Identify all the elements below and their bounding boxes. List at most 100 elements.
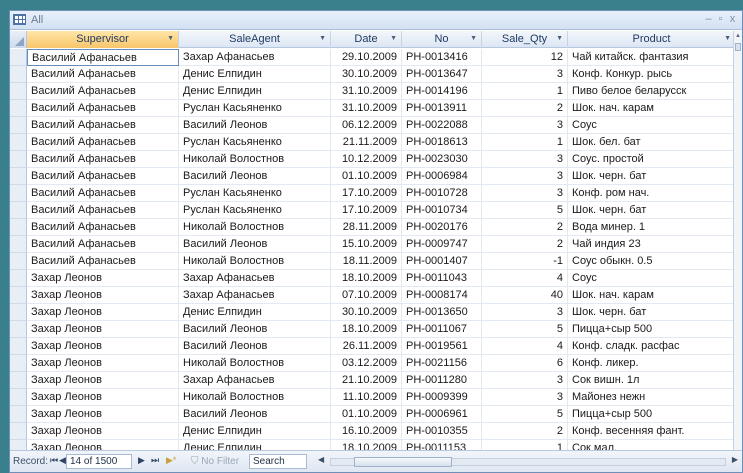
- table-row[interactable]: Захар Леонов Николай Волостнов 11.10.2009 P…: [10, 389, 736, 406]
- doc-no-cell[interactable]: PH-0008174: [402, 287, 482, 304]
- current-record-field[interactable]: 14 of 1500: [66, 454, 132, 469]
- product-cell[interactable]: Пицца+сыр 500: [568, 406, 736, 423]
- previous-record-button[interactable]: ◀: [59, 455, 66, 466]
- supervisor-cell[interactable]: Захар Леонов: [27, 423, 179, 440]
- sale-agent-cell[interactable]: Николай Волостнов: [179, 219, 331, 236]
- supervisor-cell[interactable]: Василий Афанасьев: [27, 253, 179, 270]
- product-cell[interactable]: Шок. черн. бат: [568, 168, 736, 185]
- sale-agent-cell[interactable]: Захар Афанасьев: [179, 372, 331, 389]
- product-cell[interactable]: Конф. сладк. расфас: [568, 338, 736, 355]
- supervisor-cell[interactable]: Захар Леонов: [27, 389, 179, 406]
- date-cell[interactable]: 28.11.2009: [331, 219, 402, 236]
- table-row[interactable]: Захар Леонов Денис Елпидин 16.10.2009 PH-00…: [10, 423, 736, 440]
- supervisor-cell[interactable]: Захар Леонов: [27, 406, 179, 423]
- column-header-saleagent[interactable]: SaleAgent ▼: [179, 31, 331, 48]
- supervisor-cell[interactable]: Василий Афанасьев: [27, 168, 179, 185]
- doc-no-cell[interactable]: PH-0006961: [402, 406, 482, 423]
- date-cell[interactable]: 06.12.2009: [331, 117, 402, 134]
- product-cell[interactable]: Шок. бел. бат: [568, 134, 736, 151]
- row-selector[interactable]: [10, 49, 27, 66]
- supervisor-cell[interactable]: Захар Леонов: [27, 338, 179, 355]
- date-cell[interactable]: 29.10.2009: [331, 49, 402, 66]
- sale-qty-cell[interactable]: 3: [482, 151, 568, 168]
- column-header-supervisor[interactable]: Supervisor ▼: [27, 31, 179, 48]
- product-cell[interactable]: Шок. черн. бат: [568, 202, 736, 219]
- row-selector[interactable]: [10, 134, 27, 151]
- sale-qty-cell[interactable]: 4: [482, 270, 568, 287]
- doc-no-cell[interactable]: PH-0011067: [402, 321, 482, 338]
- sale-agent-cell[interactable]: Василий Леонов: [179, 236, 331, 253]
- row-selector[interactable]: [10, 338, 27, 355]
- last-record-button[interactable]: ⏭: [151, 455, 159, 466]
- supervisor-cell[interactable]: Василий Афанасьев: [27, 66, 179, 83]
- product-cell[interactable]: Пиво белое беларусск: [568, 83, 736, 100]
- doc-no-cell[interactable]: PH-0010734: [402, 202, 482, 219]
- row-selector[interactable]: [10, 355, 27, 372]
- sale-agent-cell[interactable]: Николай Волостнов: [179, 389, 331, 406]
- dropdown-arrow-icon[interactable]: ▼: [319, 31, 326, 47]
- sale-qty-cell[interactable]: 40: [482, 287, 568, 304]
- doc-no-cell[interactable]: PH-0022088: [402, 117, 482, 134]
- supervisor-cell[interactable]: Захар Леонов: [27, 304, 179, 321]
- doc-no-cell[interactable]: PH-0009747: [402, 236, 482, 253]
- minimize-icon[interactable]: –: [704, 13, 716, 25]
- doc-no-cell[interactable]: PH-0011280: [402, 372, 482, 389]
- supervisor-cell[interactable]: Василий Афанасьев: [27, 151, 179, 168]
- first-record-button[interactable]: ⏮: [50, 455, 58, 466]
- doc-no-cell[interactable]: PH-0009399: [402, 389, 482, 406]
- product-cell[interactable]: Соус: [568, 117, 736, 134]
- no-filter-indicator[interactable]: ⛉ No Filter: [191, 456, 239, 467]
- supervisor-cell[interactable]: Василий Афанасьев: [27, 202, 179, 219]
- sale-qty-cell[interactable]: 3: [482, 185, 568, 202]
- search-input[interactable]: Search: [249, 454, 307, 469]
- dropdown-arrow-icon[interactable]: ▼: [167, 31, 174, 47]
- product-cell[interactable]: Конф. Конкур. рысь: [568, 66, 736, 83]
- table-row[interactable]: Захар Леонов Денис Елпидин 30.10.2009 PH-00…: [10, 304, 736, 321]
- doc-no-cell[interactable]: PH-0013911: [402, 100, 482, 117]
- supervisor-cell[interactable]: Захар Леонов: [27, 355, 179, 372]
- supervisor-cell[interactable]: Василий Афанасьев: [27, 83, 179, 100]
- doc-no-cell[interactable]: PH-0019561: [402, 338, 482, 355]
- dropdown-arrow-icon[interactable]: ▼: [724, 31, 731, 47]
- supervisor-cell[interactable]: Василий Афанасьев: [27, 134, 179, 151]
- sale-agent-cell[interactable]: Захар Афанасьев: [179, 270, 331, 287]
- supervisor-cell[interactable]: Захар Леонов: [27, 287, 179, 304]
- date-cell[interactable]: 17.10.2009: [331, 185, 402, 202]
- table-row[interactable]: Василий Афанасьев Захар Афанасьев 29.10.20…: [10, 49, 736, 66]
- table-row[interactable]: Василий Афанасьев Денис Елпидин 30.10.2009…: [10, 66, 736, 83]
- date-cell[interactable]: 21.10.2009: [331, 372, 402, 389]
- sale-agent-cell[interactable]: Захар Афанасьев: [179, 49, 331, 66]
- sale-qty-cell[interactable]: 5: [482, 321, 568, 338]
- doc-no-cell[interactable]: PH-0014196: [402, 83, 482, 100]
- scroll-right-icon[interactable]: ▶: [732, 455, 738, 464]
- product-cell[interactable]: Чай китайск. фантазия: [568, 49, 736, 66]
- sale-agent-cell[interactable]: Денис Елпидин: [179, 66, 331, 83]
- scroll-thumb[interactable]: [354, 457, 452, 467]
- sale-agent-cell[interactable]: Николай Волостнов: [179, 253, 331, 270]
- doc-no-cell[interactable]: PH-0020176: [402, 219, 482, 236]
- row-selector[interactable]: [10, 185, 27, 202]
- date-cell[interactable]: 21.11.2009: [331, 134, 402, 151]
- table-row[interactable]: Василий Афанасьев Руслан Касьяненко 17.10.…: [10, 202, 736, 219]
- doc-no-cell[interactable]: PH-0006984: [402, 168, 482, 185]
- row-selector[interactable]: [10, 253, 27, 270]
- product-cell[interactable]: Конф. ликер.: [568, 355, 736, 372]
- sale-qty-cell[interactable]: 2: [482, 219, 568, 236]
- sale-qty-cell[interactable]: 3: [482, 117, 568, 134]
- product-cell[interactable]: Вода минер. 1: [568, 219, 736, 236]
- product-cell[interactable]: Соус: [568, 270, 736, 287]
- sale-agent-cell[interactable]: Николай Волостнов: [179, 151, 331, 168]
- table-row[interactable]: Захар Леонов Захар Афанасьев 07.10.2009 PH-…: [10, 287, 736, 304]
- sale-agent-cell[interactable]: Денис Елпидин: [179, 304, 331, 321]
- sale-agent-cell[interactable]: Василий Леонов: [179, 338, 331, 355]
- doc-no-cell[interactable]: PH-0013647: [402, 66, 482, 83]
- date-cell[interactable]: 26.11.2009: [331, 338, 402, 355]
- date-cell[interactable]: 15.10.2009: [331, 236, 402, 253]
- date-cell[interactable]: 10.12.2009: [331, 151, 402, 168]
- table-row[interactable]: Захар Леонов Захар Афанасьев 18.10.2009 PH-…: [10, 270, 736, 287]
- doc-no-cell[interactable]: PH-0013416: [402, 49, 482, 66]
- restore-icon[interactable]: ▫: [716, 13, 728, 25]
- horizontal-scrollbar[interactable]: ◀ ▶: [316, 455, 740, 468]
- product-cell[interactable]: Сок вишн. 1л: [568, 372, 736, 389]
- sale-qty-cell[interactable]: 3: [482, 372, 568, 389]
